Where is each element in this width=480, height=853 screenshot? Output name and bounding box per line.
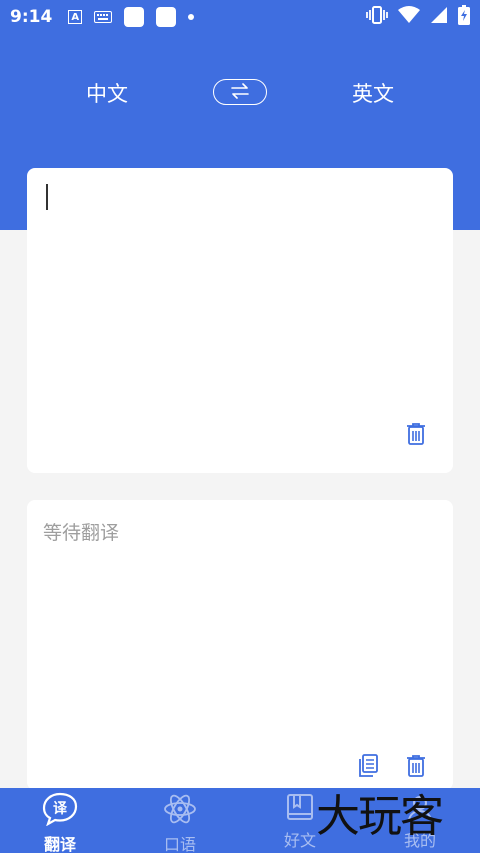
status-bar: 9:14 A (0, 0, 480, 34)
keyboard-icon (94, 8, 113, 27)
clear-input-button[interactable] (403, 423, 429, 449)
language-selector: 中文 英文 (0, 78, 480, 108)
status-system-icons (366, 5, 470, 29)
wifi-icon (398, 6, 420, 28)
input-card (27, 168, 453, 473)
watermark-text: 大玩客 (316, 791, 444, 842)
vibrate-icon (366, 6, 388, 28)
notification-square-icon (124, 7, 145, 27)
clear-result-button[interactable] (403, 755, 429, 781)
notification-square-icon (156, 7, 177, 27)
copy-result-button[interactable] (355, 754, 381, 782)
swap-languages-button[interactable] (213, 79, 267, 105)
tab-label: 好文 (283, 831, 316, 850)
tab-label: 翻译 (43, 835, 76, 853)
source-text-input[interactable] (43, 182, 437, 413)
output-card: 等待翻译 (27, 500, 453, 790)
svg-text:译: 译 (53, 801, 68, 817)
status-notifications: A (68, 7, 195, 27)
swap-arrows-icon (229, 80, 251, 104)
trash-icon (405, 754, 427, 782)
target-language-button[interactable]: 英文 (352, 78, 394, 108)
atom-icon (162, 792, 198, 830)
trash-icon (405, 422, 427, 450)
tab-label: 口语 (163, 835, 196, 853)
notification-a-icon: A (68, 10, 83, 24)
battery-icon (458, 5, 470, 29)
tab-speaking[interactable]: 口语 (120, 788, 240, 853)
notification-dot-icon (188, 14, 195, 20)
status-time: 9:14 (10, 7, 53, 27)
book-icon (285, 792, 315, 826)
translate-bubble-icon: 译 (42, 792, 78, 830)
copy-icon (356, 754, 380, 782)
tab-translate[interactable]: 译 翻译 (0, 788, 120, 853)
translation-result: 等待翻译 (43, 522, 120, 544)
cellular-signal-icon (430, 6, 448, 28)
source-language-button[interactable]: 中文 (86, 78, 128, 108)
